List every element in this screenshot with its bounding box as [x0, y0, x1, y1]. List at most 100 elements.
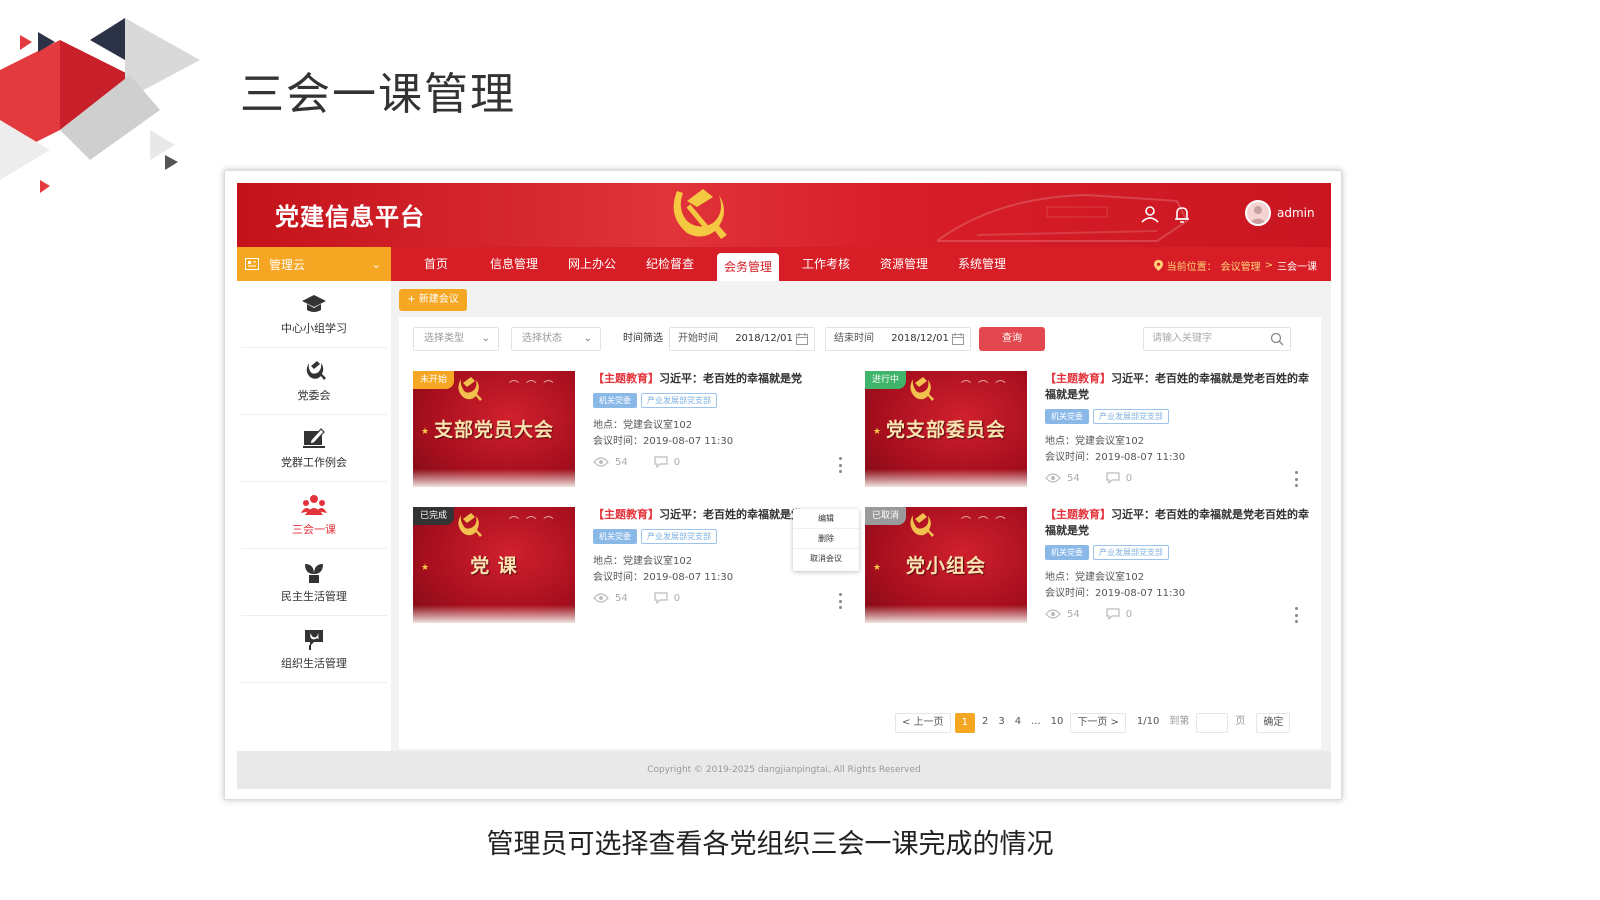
meeting-time: 会议时间：2019-08-07 11:30	[593, 436, 734, 447]
sidebar-item-label: 党委会	[297, 389, 331, 402]
page-button[interactable]: 4	[1011, 713, 1025, 733]
meeting-card[interactable]: ⌒ ⌒ ⌒ ★ 党支部委员会 进行中 【主题教育】习近平：老百姓的幸福就是党老百…	[865, 371, 1309, 489]
tab-office[interactable]: 网上办公	[553, 247, 631, 281]
tab-resources[interactable]: 资源管理	[865, 247, 943, 281]
page-button[interactable]: 2	[978, 713, 992, 733]
org-badge: 机关党委	[1045, 545, 1089, 560]
meeting-thumbnail[interactable]: ⌒ ⌒ ⌒ ★ 党小组会 已取消	[865, 507, 1027, 623]
more-menu-icon[interactable]	[1291, 607, 1301, 623]
pagination: < 上一页 1 2 3 4 ... 10 下一页 > 1/10 到第 页 确定	[895, 713, 1291, 733]
graduation-cap-icon	[302, 295, 326, 312]
meeting-title[interactable]: 【主题教育】习近平：老百姓的幸福就是党	[593, 371, 857, 387]
tab-inspection[interactable]: 纪检督查	[631, 247, 709, 281]
menu-item-edit[interactable]: 编辑	[793, 509, 859, 529]
bell-icon[interactable]	[1171, 203, 1193, 225]
page-suffix: 页	[1232, 713, 1249, 733]
next-page-button[interactable]: 下一页 >	[1070, 713, 1126, 733]
breadcrumb-label: 当前位置：	[1166, 262, 1217, 273]
username[interactable]: admin	[1277, 206, 1315, 220]
eye-icon	[1045, 609, 1061, 619]
meeting-location: 地点：党建会议室102	[1045, 572, 1145, 583]
type-select-placeholder: 选择类型	[424, 333, 464, 344]
sidebar-item-work-meeting[interactable]: 党群工作例会	[241, 415, 387, 482]
screenshot-frame: 党建信息平台 admin 管理云 ⌄ 首页 信息管理 网上办公 纪检督查 会务管…	[224, 170, 1342, 800]
goto-page-input[interactable]	[1196, 713, 1229, 733]
meeting-thumbnail[interactable]: ⌒ ⌒ ⌒ ★ 党 课 已完成	[413, 507, 575, 623]
status-badge: 未开始	[413, 371, 455, 389]
flag-icon	[305, 630, 323, 650]
menu-item-delete[interactable]: 删除	[793, 529, 859, 549]
meeting-thumbnail[interactable]: ⌒ ⌒ ⌒ ★ 支部党员大会 未开始	[413, 371, 575, 487]
status-select-placeholder: 选择状态	[522, 333, 562, 344]
sidebar-item-three-meetings[interactable]: 三会一课	[241, 482, 387, 549]
sidebar-item-label: 三会一课	[292, 523, 336, 536]
page-button[interactable]: 3	[995, 713, 1008, 733]
topic-tag: 【主题教育】	[593, 372, 659, 385]
comment-icon	[1106, 608, 1120, 620]
page-button[interactable]: 1	[954, 713, 975, 733]
meeting-info: 【主题教育】习近平：老百姓的幸福就是党老百姓的幸福就是党 机关党委 产业发展部党…	[1045, 507, 1309, 620]
birds-decoration: ⌒ ⌒ ⌒	[509, 381, 556, 392]
sidebar-item-label: 民主生活管理	[281, 590, 347, 603]
sidebar-item-democratic-life[interactable]: 民主生活管理	[241, 549, 387, 616]
search-icon[interactable]	[1270, 332, 1284, 346]
cloud-decoration	[865, 605, 1027, 623]
meeting-title[interactable]: 【主题教育】习近平：老百姓的幸福就是党老百姓的幸福就是党	[1045, 371, 1309, 403]
query-button[interactable]: 查询	[979, 327, 1045, 351]
org-badge: 产业发展部党支部	[641, 529, 717, 544]
search-placeholder: 请输入关键字	[1152, 333, 1212, 344]
hammer-sickle-icon	[458, 513, 482, 537]
user-icon[interactable]	[1139, 203, 1161, 225]
new-meeting-button[interactable]: + 新建会议	[399, 289, 467, 311]
sidebar-item-party-committee[interactable]: 党委会	[241, 348, 387, 415]
platform-name: 党建信息平台	[275, 203, 425, 231]
prev-page-button[interactable]: < 上一页	[895, 713, 951, 733]
end-date-field[interactable]: 结束时间 2018/12/01	[825, 327, 971, 351]
tab-system[interactable]: 系统管理	[943, 247, 1021, 281]
start-date-field[interactable]: 开始时间 2018/12/01	[669, 327, 815, 351]
more-menu-icon[interactable]	[1291, 471, 1301, 487]
meeting-time: 会议时间：2019-08-07 11:30	[1045, 588, 1186, 599]
org-badge: 机关党委	[593, 393, 637, 408]
meeting-title[interactable]: 【主题教育】习近平：老百姓的幸福就是党老百姓的幸福就是党	[1045, 507, 1309, 539]
meeting-time: 会议时间：2019-08-07 11:30	[1045, 452, 1186, 463]
breadcrumb-parent[interactable]: 会议管理	[1221, 258, 1261, 273]
meeting-info: 【主题教育】习近平：老百姓的幸福就是党 机关党委 产业发展部党支部 地点：党建会…	[593, 371, 857, 468]
meeting-title-text: 习近平：老百姓的幸福就是党	[659, 372, 802, 385]
meeting-thumbnail[interactable]: ⌒ ⌒ ⌒ ★ 党支部委员会 进行中	[865, 371, 1027, 487]
status-select[interactable]: 选择状态 ⌄	[511, 327, 601, 351]
cloud-decoration	[413, 605, 575, 623]
meeting-card[interactable]: ⌒ ⌒ ⌒ ★ 支部党员大会 未开始 【主题教育】习近平：老百姓的幸福就是党 机…	[413, 371, 853, 489]
tab-info[interactable]: 信息管理	[475, 247, 553, 281]
meeting-card[interactable]: ⌒ ⌒ ⌒ ★ 党小组会 已取消 【主题教育】习近平：老百姓的幸福就是党老百姓的…	[865, 507, 1309, 625]
type-select[interactable]: 选择类型 ⌄	[413, 327, 499, 351]
avatar[interactable]	[1245, 200, 1271, 226]
context-menu: 编辑 删除 取消会议	[793, 509, 859, 571]
more-menu-icon[interactable]	[835, 457, 845, 473]
birds-decoration: ⌒ ⌒ ⌒	[961, 517, 1008, 528]
goto-confirm-button[interactable]: 确定	[1256, 713, 1291, 733]
main-nav: 管理云 ⌄ 首页 信息管理 网上办公 纪检督查 会务管理 工作考核 资源管理 系…	[237, 247, 1331, 281]
page-button[interactable]: 10	[1047, 713, 1067, 733]
status-badge: 已完成	[413, 507, 455, 525]
tab-assessment[interactable]: 工作考核	[787, 247, 865, 281]
thumbnail-title: 党小组会	[905, 555, 986, 577]
birds-decoration: ⌒ ⌒ ⌒	[961, 381, 1008, 392]
sidebar-item-org-life[interactable]: 组织生活管理	[241, 616, 387, 683]
hammer-sickle-icon	[306, 361, 326, 380]
sidebar-item-group-study[interactable]: 中心小组学习	[241, 281, 387, 348]
chevron-down-icon: ⌄	[481, 333, 490, 344]
plant-icon	[305, 564, 323, 583]
module-label: 管理云	[269, 257, 306, 272]
meeting-card[interactable]: ⌒ ⌒ ⌒ ★ 党 课 已完成 【主题教育】习近平：老百姓的幸福就是党 机关党委…	[413, 507, 853, 625]
search-input[interactable]: 请输入关键字	[1143, 327, 1291, 351]
menu-item-cancel-meeting[interactable]: 取消会议	[793, 549, 859, 569]
module-switcher[interactable]: 管理云 ⌄	[237, 247, 391, 281]
thumbnail-title: 党 课	[470, 555, 518, 577]
more-menu-icon[interactable]	[835, 593, 845, 609]
time-filter-label: 时间筛选	[623, 333, 663, 344]
status-badge: 进行中	[865, 371, 907, 389]
tab-meetings[interactable]: 会务管理	[717, 253, 779, 281]
comment-count: 0	[673, 592, 681, 604]
tab-home[interactable]: 首页	[397, 247, 475, 281]
